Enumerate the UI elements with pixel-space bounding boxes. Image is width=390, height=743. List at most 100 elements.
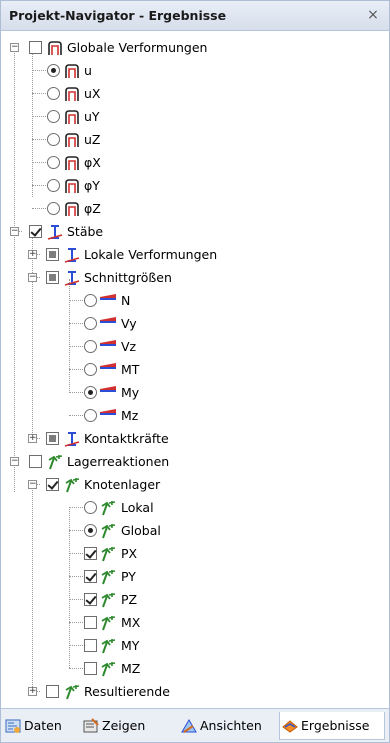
checkbox[interactable] (84, 593, 97, 606)
tree-item-global-deformation[interactable]: u (1, 59, 389, 82)
support-icon (101, 547, 116, 562)
radio-button[interactable] (84, 409, 97, 422)
radio-button[interactable] (47, 87, 60, 100)
item-label: MY (121, 638, 140, 653)
radio-button[interactable] (84, 363, 97, 376)
checkbox-contact-forces[interactable] (46, 432, 59, 445)
checkbox[interactable] (84, 662, 97, 675)
tree-node-internal-forces[interactable]: − Schnittgrößen (1, 266, 389, 289)
display-icon (83, 718, 99, 733)
project-navigator-panel: Projekt-Navigator - Ergebnisse × − Globa… (0, 0, 390, 743)
tab-ergebnisse[interactable]: Ergebnisse (279, 712, 385, 740)
tree-line (69, 323, 85, 324)
tree-item-support-component[interactable]: MY (1, 634, 389, 657)
expand-expander[interactable]: + (28, 250, 37, 259)
radio-button[interactable] (47, 156, 60, 169)
radio-button[interactable] (84, 317, 97, 330)
tree-item-global-deformation[interactable]: uX (1, 82, 389, 105)
tree-line (69, 576, 85, 577)
tab-label: Ansichten (200, 718, 262, 733)
tree-line (32, 139, 48, 140)
global-deformation-icon (65, 202, 79, 216)
support-icon (101, 616, 116, 631)
tree-item-global-deformation[interactable]: uZ (1, 128, 389, 151)
checkbox[interactable] (84, 570, 97, 583)
tree-line (69, 622, 85, 623)
tree-node-local-deformations[interactable]: + Lokale Verformungen (1, 243, 389, 266)
tree-item-support-component[interactable]: MX (1, 611, 389, 634)
support-icon (101, 570, 116, 585)
radio-button[interactable] (47, 64, 60, 77)
radio-button[interactable] (47, 133, 60, 146)
node-label: Kontaktkräfte (84, 431, 169, 446)
expand-expander[interactable]: + (28, 434, 37, 443)
tree-item-support-component[interactable]: PX (1, 542, 389, 565)
tree-item-global-deformation[interactable]: uY (1, 105, 389, 128)
global-deformation-icon (65, 156, 79, 170)
tree-item-global-deformation[interactable]: φZ (1, 197, 389, 220)
checkbox-support-reactions[interactable] (29, 455, 42, 468)
tree-item-support-system[interactable]: Lokal (1, 496, 389, 519)
tree-item-support-component[interactable]: PZ (1, 588, 389, 611)
global-deformation-icon (65, 179, 79, 193)
checkbox-resultant[interactable] (46, 685, 59, 698)
tree-item-internal-force[interactable]: Mz (1, 404, 389, 427)
member-icon (47, 225, 63, 240)
tree-line (69, 668, 85, 669)
radio-button[interactable] (84, 501, 97, 514)
radio-button[interactable] (84, 294, 97, 307)
close-button[interactable]: × (365, 7, 381, 23)
tree-node-resultant[interactable]: + Resultierende (1, 680, 389, 703)
checkbox-members[interactable] (29, 225, 42, 238)
radio-button[interactable] (84, 340, 97, 353)
tree-line (32, 93, 48, 94)
collapse-expander[interactable]: − (28, 480, 37, 489)
checkbox[interactable] (84, 547, 97, 560)
member-icon (64, 248, 80, 263)
tree-item-support-system[interactable]: Global (1, 519, 389, 542)
radio-button[interactable] (47, 110, 60, 123)
collapse-expander[interactable]: − (28, 273, 37, 282)
tree-item-internal-force[interactable]: MT (1, 358, 389, 381)
checkbox-local-deformations[interactable] (46, 248, 59, 261)
checkbox-global-deformations[interactable] (29, 41, 42, 54)
radio-button[interactable] (47, 179, 60, 192)
radio-button[interactable] (47, 202, 60, 215)
tree-line (69, 415, 85, 416)
collapse-expander[interactable]: − (10, 227, 19, 236)
item-label: φX (84, 155, 101, 170)
tree-item-internal-force[interactable]: My (1, 381, 389, 404)
tree-item-support-component[interactable]: MZ (1, 657, 389, 680)
tree-node-global-deformations[interactable]: − Globale Verformungen (1, 36, 389, 59)
checkbox-internal-forces[interactable] (46, 271, 59, 284)
checkbox[interactable] (84, 639, 97, 652)
tab-ansichten[interactable]: Ansichten (179, 712, 273, 740)
tree-item-global-deformation[interactable]: φX (1, 151, 389, 174)
tree-item-internal-force[interactable]: N (1, 289, 389, 312)
collapse-expander[interactable]: − (10, 457, 19, 466)
node-label: Stäbe (67, 224, 104, 239)
tree-item-support-component[interactable]: PY (1, 565, 389, 588)
views-icon (181, 719, 197, 733)
internal-force-icon (100, 363, 116, 369)
global-deformation-icon (65, 110, 79, 124)
tab-zeigen[interactable]: Zeigen (81, 712, 159, 740)
tab-daten[interactable]: Daten (3, 712, 73, 740)
tree-node-members[interactable]: − Stäbe (1, 220, 389, 243)
radio-button[interactable] (84, 386, 97, 399)
tree-item-global-deformation[interactable]: φY (1, 174, 389, 197)
tree-item-internal-force[interactable]: Vz (1, 335, 389, 358)
tree-node-nodal-supports[interactable]: − Knotenlager (1, 473, 389, 496)
node-label: Lagerreaktionen (67, 454, 170, 469)
item-label: Vy (121, 316, 137, 331)
checkbox[interactable] (84, 616, 97, 629)
checkbox-nodal-supports[interactable] (46, 478, 59, 491)
tree-item-internal-force[interactable]: Vy (1, 312, 389, 335)
expand-expander[interactable]: + (28, 687, 37, 696)
global-deformation-icon (65, 64, 79, 78)
tree-node-contact-forces[interactable]: + Kontaktkräfte (1, 427, 389, 450)
internal-force-icon (100, 340, 116, 346)
tree-node-support-reactions[interactable]: − Lagerreaktionen (1, 450, 389, 473)
radio-button[interactable] (84, 524, 97, 537)
collapse-expander[interactable]: − (10, 43, 19, 52)
